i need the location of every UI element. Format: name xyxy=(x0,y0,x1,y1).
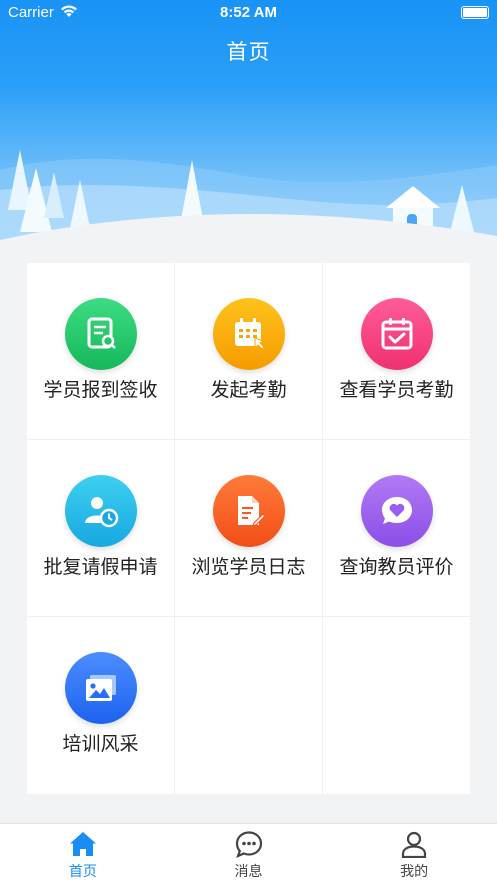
function-grid: 学员报到签收 发起考勤 查看学员考勤 批复请假申请 浏览学员日志 查询教员评价 … xyxy=(27,263,470,794)
status-time: 8:52 AM xyxy=(220,4,277,21)
tab-messages[interactable]: 消息 xyxy=(166,824,332,883)
calendar-grid-icon xyxy=(212,298,285,370)
grid-item-label: 学员报到签收 xyxy=(43,379,158,401)
page-title: 首页 xyxy=(226,40,271,64)
photo-gallery-icon xyxy=(64,652,137,724)
grid-item-label: 查看学员考勤 xyxy=(339,379,454,401)
document-search-icon xyxy=(64,298,137,370)
document-edit-icon xyxy=(212,475,285,547)
status-bar: Carrier 8:52 AM xyxy=(0,0,497,26)
grid-item-label: 批复请假申请 xyxy=(43,556,158,578)
grid-item-approve-leave[interactable]: 批复请假申请 xyxy=(27,440,175,617)
home-icon xyxy=(69,832,96,856)
grid-item-query-evaluation[interactable]: 查询教员评价 xyxy=(323,440,470,617)
grid-item-report-signin[interactable]: 学员报到签收 xyxy=(27,263,175,440)
tab-label: 首页 xyxy=(68,864,97,880)
grid-item-label: 发起考勤 xyxy=(210,379,287,401)
calendar-check-icon xyxy=(360,298,433,370)
tab-label: 消息 xyxy=(234,864,263,880)
grid-item-label: 培训风采 xyxy=(62,733,139,755)
battery-icon xyxy=(461,6,489,19)
message-icon xyxy=(235,831,262,858)
heart-chat-icon xyxy=(360,475,433,547)
user-clock-icon xyxy=(64,475,137,547)
header-banner: Carrier 8:52 AM 首页 xyxy=(0,0,497,245)
grid-item-view-attendance[interactable]: 查看学员考勤 xyxy=(323,263,470,440)
grid-item-browse-logs[interactable]: 浏览学员日志 xyxy=(175,440,323,617)
grid-item-start-attendance[interactable]: 发起考勤 xyxy=(175,263,323,440)
grid-empty-cell xyxy=(175,617,323,794)
grid-item-training-gallery[interactable]: 培训风采 xyxy=(27,617,175,794)
tab-label: 我的 xyxy=(400,864,429,880)
grid-item-label: 查询教员评价 xyxy=(339,556,454,578)
grid-item-label: 浏览学员日志 xyxy=(191,556,306,578)
grid-empty-cell xyxy=(323,617,470,794)
user-icon xyxy=(402,831,427,858)
bottom-tab-bar: 首页 消息 我的 xyxy=(0,823,497,883)
tab-mine[interactable]: 我的 xyxy=(331,824,497,883)
tab-home[interactable]: 首页 xyxy=(0,824,166,883)
